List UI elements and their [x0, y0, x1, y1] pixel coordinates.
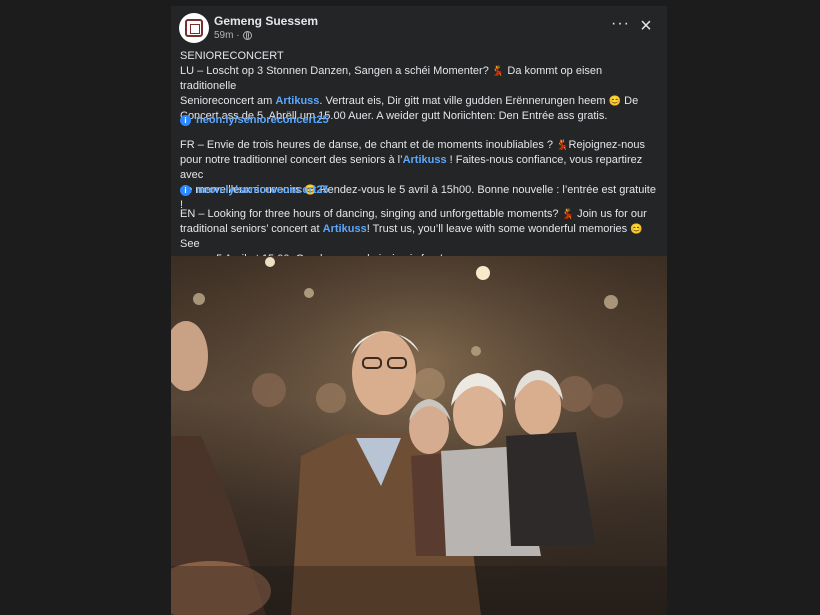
smile-emoji-icon: 😊	[630, 224, 643, 235]
close-icon: ×	[640, 15, 652, 37]
event-link-2[interactable]: i neon.ly/senioreconcert25	[180, 183, 329, 198]
post-meta: 59m ·	[214, 30, 252, 41]
artikuss-link[interactable]: Artikuss	[403, 154, 447, 166]
close-button[interactable]: ×	[637, 15, 655, 37]
logo-icon	[185, 19, 203, 37]
text-line: SENIORECONCERT	[180, 50, 284, 62]
dancer-emoji-icon: 💃	[556, 140, 569, 151]
text-line: traditional seniors’ concert at Artikuss…	[180, 223, 643, 250]
audience-photo	[171, 256, 667, 615]
dancer-emoji-icon: 💃	[561, 209, 575, 220]
globe-icon	[242, 31, 252, 40]
info-icon: i	[180, 185, 191, 196]
more-options-button[interactable]: ···	[611, 15, 630, 34]
post-header: Gemeng Suessem 59m · ··· ×	[171, 6, 667, 50]
info-icon: i	[180, 115, 191, 126]
event-link-2-text[interactable]: neon.ly/senioreconcert25	[196, 183, 329, 198]
post-text-fr: FR – Envie de trois heures de danse, de …	[180, 138, 660, 213]
event-link-1-text[interactable]: neon.ly/senioreconcert25	[196, 113, 329, 128]
page-name-link[interactable]: Gemeng Suessem	[214, 14, 318, 28]
post-card: Gemeng Suessem 59m · ··· × SENIORECONCER…	[171, 6, 667, 615]
post-photo[interactable]	[171, 256, 667, 615]
text-line: EN – Looking for three hours of dancing,…	[180, 208, 647, 220]
artikuss-link[interactable]: Artikuss	[275, 95, 319, 107]
more-horizontal-icon: ···	[611, 15, 630, 32]
text-line: Senioreconcert am Artikuss. Vertraut eis…	[180, 95, 639, 107]
post-time[interactable]: 59m ·	[214, 30, 240, 41]
smile-emoji-icon: 😊	[608, 96, 622, 107]
page-avatar[interactable]	[179, 13, 209, 43]
dancer-emoji-icon: 💃	[491, 66, 505, 77]
artikuss-link[interactable]: Artikuss	[323, 223, 367, 235]
text-line: FR – Envie de trois heures de danse, de …	[180, 139, 645, 151]
event-link-1[interactable]: i neon.ly/senioreconcert25	[180, 113, 329, 128]
text-line: LU – Loscht op 3 Stonnen Danzen, Sangen …	[180, 65, 603, 92]
text-line: pour notre traditionnel concert des seni…	[180, 154, 643, 181]
